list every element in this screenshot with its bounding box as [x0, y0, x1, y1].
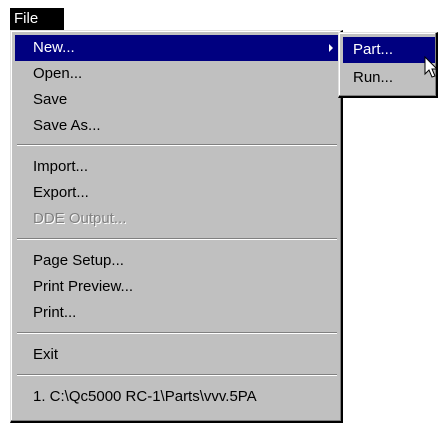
menu-item-export[interactable]: Export...	[15, 180, 339, 206]
new-submenu: Part... Run...	[338, 32, 438, 98]
submenu-item-part[interactable]: Part...	[343, 37, 435, 63]
screen: File New... Open... Save Save As... Impo…	[0, 0, 438, 423]
menu-item-label: 1. C:\Qc5000 RC-1\Parts\vvv.5PA	[33, 388, 257, 405]
menu-item-label: New...	[33, 39, 75, 56]
menu-item-save-as[interactable]: Save As...	[15, 113, 339, 139]
menu-item-label: Print...	[33, 304, 77, 321]
mouse-pointer-icon	[424, 56, 438, 78]
file-menu-title[interactable]: File	[10, 8, 64, 30]
file-menu-label: File	[14, 10, 39, 27]
menu-item-label: Save As...	[33, 117, 101, 134]
menu-separator	[17, 144, 337, 146]
menu-item-print[interactable]: Print...	[15, 300, 339, 326]
menu-item-dde-output: DDE Output...	[15, 206, 339, 232]
menu-separator	[17, 374, 337, 376]
submenu-arrow-icon	[329, 44, 333, 52]
submenu-item-label: Run...	[353, 69, 394, 86]
submenu-item-run[interactable]: Run...	[343, 65, 435, 91]
menu-item-recent-file-1[interactable]: 1. C:\Qc5000 RC-1\Parts\vvv.5PA	[15, 384, 339, 410]
menu-item-label: Open...	[33, 65, 83, 82]
menu-item-label: DDE Output...	[33, 210, 127, 227]
menu-item-page-setup[interactable]: Page Setup...	[15, 248, 339, 274]
menu-item-label: Exit	[33, 346, 59, 363]
menu-separator	[17, 238, 337, 240]
submenu-item-label: Part...	[353, 41, 394, 58]
file-menu: New... Open... Save Save As... Import...…	[10, 30, 343, 423]
menu-item-label: Import...	[33, 158, 89, 175]
menu-item-print-preview[interactable]: Print Preview...	[15, 274, 339, 300]
menu-item-exit[interactable]: Exit	[15, 342, 339, 368]
menu-item-save[interactable]: Save	[15, 87, 339, 113]
menu-separator	[17, 332, 337, 334]
menu-item-new[interactable]: New...	[15, 35, 339, 61]
menu-item-label: Page Setup...	[33, 252, 124, 269]
menu-item-label: Print Preview...	[33, 278, 134, 295]
menu-item-open[interactable]: Open...	[15, 61, 339, 87]
menu-item-import[interactable]: Import...	[15, 154, 339, 180]
menu-item-label: Export...	[33, 184, 89, 201]
menu-item-label: Save	[33, 91, 68, 108]
